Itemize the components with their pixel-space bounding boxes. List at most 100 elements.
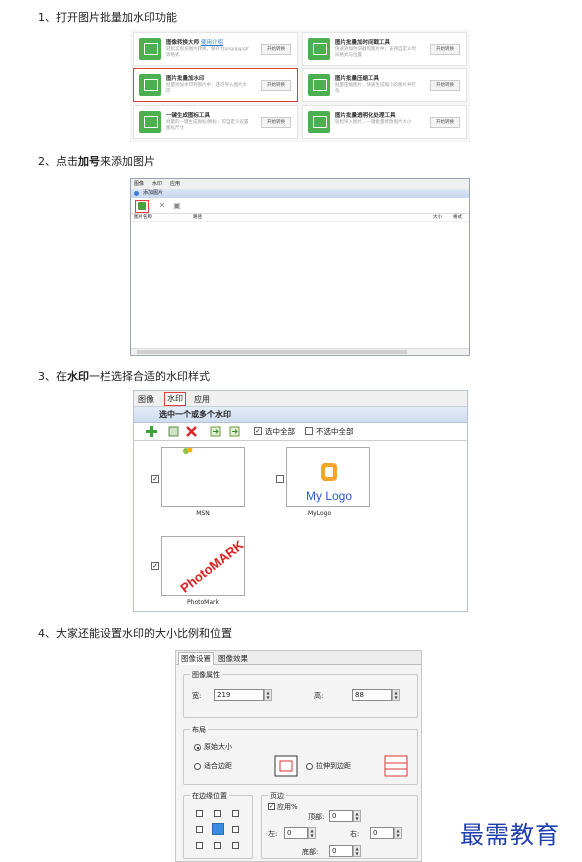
delete-icon[interactable] — [186, 426, 197, 437]
start-button[interactable]: 开始转换 — [261, 80, 291, 91]
tab-image-settings[interactable]: 图像设置 — [178, 652, 214, 665]
pos-top-center[interactable] — [214, 810, 221, 817]
tab-apply[interactable]: 应用 — [194, 394, 210, 405]
watermark-checkbox[interactable]: ✓ — [151, 475, 159, 483]
tool-card[interactable]: 一键生成图标工具 批量的一键生成图标/图标，可自定义设置图标尺寸 开始转换 — [133, 105, 298, 139]
group-title: 布局 — [190, 725, 208, 735]
add-image-window: 图像 水印 应用 添加图片 ✕ ▣ 图片名称 路径 大小 格式 — [130, 178, 470, 356]
watermark-thumb-msn[interactable] — [161, 447, 245, 507]
height-input[interactable]: 88 — [352, 689, 392, 701]
original-size-label: 原始大小 — [204, 743, 232, 751]
apply-percent-checkbox[interactable]: ✓ — [268, 803, 275, 810]
pos-center[interactable] — [212, 823, 224, 835]
step-text-bold: 水印 — [67, 370, 89, 383]
horizontal-scrollbar[interactable] — [131, 348, 469, 355]
menu-image[interactable]: 图像 — [134, 181, 144, 187]
top-stepper[interactable]: ▲ ▼ — [353, 810, 361, 822]
pos-middle-right[interactable] — [232, 826, 239, 833]
image-settings-panel: 图像设置 图像效果 图像属性 宽: 219 ▲ ▼ 高: 88 ▲ ▼ 布局 原始大… — [175, 650, 422, 862]
image-icon — [139, 38, 161, 60]
pos-top-right[interactable] — [232, 810, 239, 817]
watermark-panel: 图像 水印 应用 选中一个或多个水印 ✓ 选中全部 不选中全部 ✓ MSN My… — [133, 390, 468, 612]
pos-bottom-left[interactable] — [196, 842, 203, 849]
left-stepper[interactable]: ▲ ▼ — [308, 827, 316, 839]
image-icon — [308, 111, 330, 133]
step-1-title: 1、打开图片批量加水印功能 — [38, 9, 177, 25]
right-stepper[interactable]: ▲ ▼ — [394, 827, 402, 839]
tool-name: 图像转换大师 — [166, 40, 200, 46]
tool-desc: 批量添加水印到图片中，还可导入图片水印 — [166, 83, 247, 94]
start-button[interactable]: 开始转换 — [430, 80, 460, 91]
start-button[interactable]: 开始转换 — [261, 44, 291, 55]
tool-card-watermark[interactable]: 图片批量加水印 批量添加水印到图片中，还可导入图片水印 开始转换 — [133, 68, 298, 102]
col-name[interactable]: 图片名称 — [134, 214, 152, 222]
tool-link[interactable]: 使用介绍 — [201, 40, 223, 46]
toolbar: ✕ ▣ — [131, 198, 469, 214]
edit-icon[interactable] — [168, 426, 179, 437]
export-icon[interactable] — [229, 426, 240, 437]
watermark-thumb-photomark[interactable]: PhotoMARK — [161, 536, 245, 596]
left-input[interactable]: 0 — [284, 827, 308, 839]
pos-top-left[interactable] — [196, 810, 203, 817]
pos-bottom-right[interactable] — [232, 842, 239, 849]
start-button[interactable]: 开始转换 — [430, 117, 460, 128]
brand-watermark: 最需教育 — [460, 821, 560, 849]
menu-watermark[interactable]: 水印 — [152, 181, 162, 187]
step-number: 1、 — [38, 11, 56, 24]
col-format[interactable]: 格式 — [453, 214, 462, 222]
group-title: 页边 — [268, 791, 286, 801]
step-text: 一栏选择合适的水印样式 — [89, 370, 210, 383]
tool-desc: 快速添加时间戳到图片中，支持自定义时间格式与位置 — [335, 47, 416, 58]
width-stepper[interactable]: ▲ ▼ — [264, 689, 272, 701]
top-input[interactable]: 0 — [329, 810, 353, 822]
step-text: 来添加图片 — [100, 155, 155, 168]
delete-icon[interactable]: ✕ — [157, 201, 167, 211]
tool-card[interactable]: 图像转换大师 使用介绍 轻松实现多图片转换，保存为png/jpg/gif等格式 … — [133, 32, 298, 66]
start-button[interactable]: 开始转换 — [261, 117, 291, 128]
import-icon[interactable] — [210, 426, 221, 437]
tool-card[interactable]: 图片批量透明化处理工具 轻松导入图片，一键批量修改图片大小 开始转换 — [302, 105, 467, 139]
col-path[interactable]: 路径 — [193, 214, 202, 222]
start-button[interactable]: 开始转换 — [430, 44, 460, 55]
fit-margin-radio[interactable] — [194, 763, 201, 770]
scroll-thumb[interactable] — [137, 350, 407, 354]
tab-image[interactable]: 图像 — [138, 394, 154, 405]
tool-name: 图片批量加时间戳工具 — [335, 40, 391, 46]
add-icon[interactable] — [135, 200, 149, 213]
copy-icon[interactable]: ▣ — [172, 201, 182, 211]
add-icon[interactable] — [146, 426, 157, 437]
tool-card[interactable]: 图片批量压缩工具 批量压缩图片，快速生成缩小的图片并打包 开始转换 — [302, 68, 467, 102]
bottom-stepper[interactable]: ▲ ▼ — [353, 845, 361, 857]
tab-image-effects[interactable]: 图像效果 — [216, 653, 250, 664]
select-all-label: 选中全部 — [265, 427, 295, 436]
watermark-thumb-mylogo[interactable]: My Logo — [286, 447, 370, 507]
step-number: 4、 — [38, 627, 56, 640]
tool-desc: 轻松实现多图片转换，保存为png/jpg/gif等格式 — [166, 47, 249, 58]
tool-card[interactable]: 图片批量加时间戳工具 快速添加时间戳到图片中，支持自定义时间格式与位置 开始转换 — [302, 32, 467, 66]
stretch-margin-radio[interactable] — [306, 763, 313, 770]
select-all-checkbox[interactable]: ✓ — [254, 427, 262, 435]
right-input[interactable]: 0 — [370, 827, 394, 839]
pos-middle-left[interactable] — [196, 826, 203, 833]
height-stepper[interactable]: ▲ ▼ — [392, 689, 400, 701]
original-size-radio[interactable] — [194, 744, 201, 751]
fit-margin-label: 适合边距 — [204, 762, 232, 770]
col-size[interactable]: 大小 — [433, 214, 442, 222]
bottom-input[interactable]: 0 — [329, 845, 353, 857]
tool-desc: 轻松导入图片，一键批量修改图片大小 — [335, 120, 412, 125]
deselect-all-checkbox[interactable] — [305, 427, 313, 435]
watermark-checkbox[interactable] — [276, 475, 284, 483]
menu-apply[interactable]: 应用 — [170, 181, 180, 187]
tool-grid: 图像转换大师 使用介绍 轻松实现多图片转换，保存为png/jpg/gif等格式 … — [130, 30, 470, 142]
layout-group: 布局 原始大小 适合边距 拉伸到边距 — [183, 725, 418, 785]
watermark-toolbar: ✓ 选中全部 不选中全部 — [134, 423, 467, 441]
pos-bottom-center[interactable] — [214, 842, 221, 849]
width-label: 宽: — [192, 692, 202, 700]
column-headers: 图片名称 路径 大小 格式 — [131, 214, 469, 222]
step-text: 大家还能设置水印的大小比例和位置 — [56, 627, 232, 640]
watermark-checkbox[interactable]: ✓ — [151, 562, 159, 570]
left-label: 左: — [268, 830, 278, 838]
step-text: 点击 — [56, 155, 78, 168]
width-input[interactable]: 219 — [214, 689, 264, 701]
tab-watermark[interactable]: 水印 — [164, 392, 186, 406]
